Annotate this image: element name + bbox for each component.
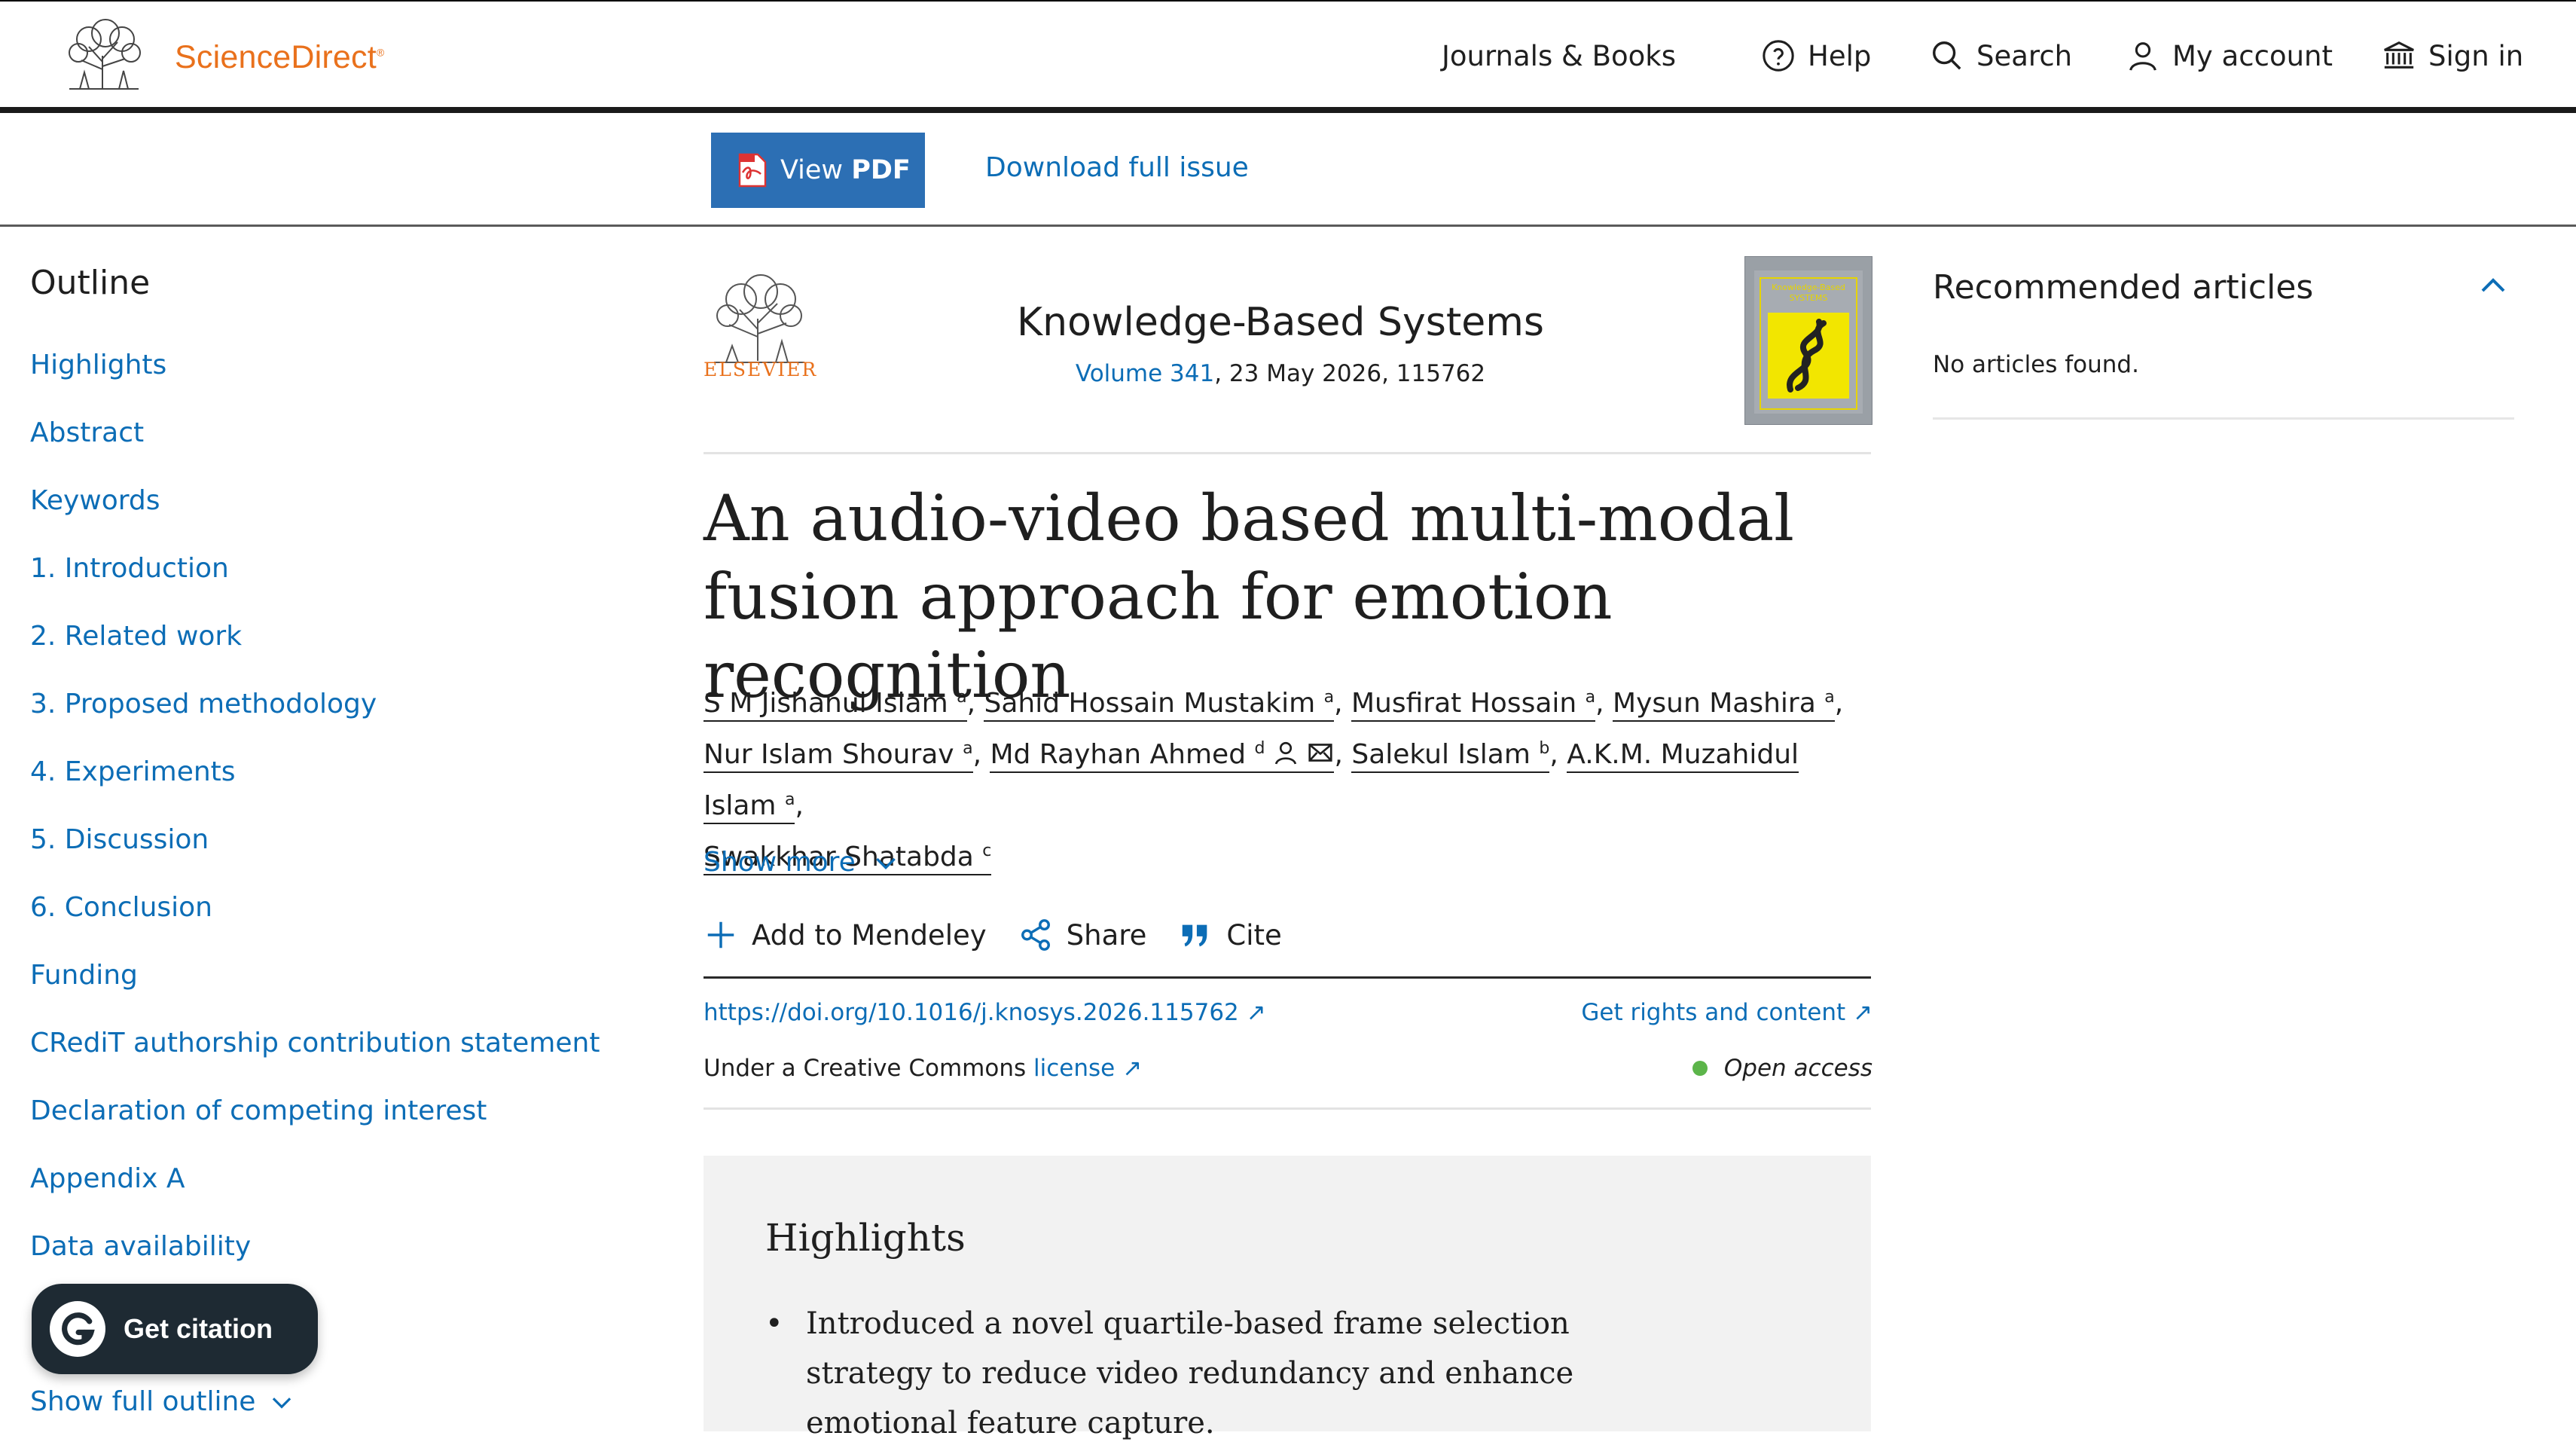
show-more-button[interactable]: Show more xyxy=(704,847,901,878)
cite-button[interactable]: Cite xyxy=(1178,918,1282,952)
help-circle-icon xyxy=(1763,40,1794,72)
nav-sign-in[interactable]: Sign in xyxy=(2382,35,2523,77)
cover-subtitle-text: SYSTEMS xyxy=(1790,293,1828,303)
nav-search[interactable]: Search xyxy=(1930,35,2072,77)
get-citation-button[interactable]: Get citation xyxy=(32,1284,318,1374)
nav-my-account[interactable]: My account xyxy=(2126,35,2333,77)
open-access-badge: Open access xyxy=(1692,1055,1872,1082)
chevron-down-icon xyxy=(875,857,896,869)
author-link[interactable]: Mysun Mashira a xyxy=(1613,688,1835,722)
outline-item-discussion[interactable]: 5. Discussion xyxy=(30,824,600,892)
share-icon xyxy=(1021,919,1050,951)
highlights-list: Introduced a novel quartile-based frame … xyxy=(765,1299,1654,1448)
outline-item-proposed-methodology[interactable]: 3. Proposed methodology xyxy=(30,689,600,756)
outline-item-introduction[interactable]: 1. Introduction xyxy=(30,553,600,621)
open-access-dot-icon xyxy=(1692,1061,1708,1076)
nav-help[interactable]: Help xyxy=(1761,35,1871,77)
journal-title-link[interactable]: Knowledge-Based Systems xyxy=(798,300,1763,345)
grammarly-g-icon xyxy=(50,1301,105,1357)
volume-link[interactable]: Volume 341 xyxy=(1076,360,1214,387)
pdf-file-icon xyxy=(738,153,767,188)
author-link[interactable]: Salekul Islam b xyxy=(1351,739,1550,773)
article-toolbar: View PDF Download full issue xyxy=(0,113,2576,227)
cover-title-text: Knowledge-Based xyxy=(1772,283,1845,292)
journal-divider xyxy=(704,452,1871,454)
author-link[interactable]: S M Jishanul Islam a xyxy=(704,688,967,722)
get-rights-link[interactable]: Get rights and content ↗ xyxy=(1581,999,1872,1026)
no-articles-message: No articles found. xyxy=(1933,351,2139,378)
highlight-item: Introduced a novel quartile-based frame … xyxy=(765,1299,1654,1448)
outline-item-highlights[interactable]: Highlights xyxy=(30,350,600,417)
download-full-issue-link[interactable]: Download full issue xyxy=(985,152,1249,183)
recommended-divider xyxy=(1933,417,2514,420)
sciencedirect-brand[interactable]: ScienceDirect® xyxy=(175,39,384,76)
search-icon xyxy=(1933,41,1961,70)
license-link[interactable]: license ↗ xyxy=(1033,1055,1142,1082)
outline-heading: Outline xyxy=(30,264,151,302)
chevron-up-icon[interactable] xyxy=(2475,268,2511,304)
highlights-heading: Highlights xyxy=(765,1216,966,1260)
quote-icon xyxy=(1183,924,1207,947)
outline-item-funding[interactable]: Funding xyxy=(30,960,600,1028)
external-link-icon: ↗ xyxy=(1853,999,1872,1026)
show-full-outline-link[interactable]: Show full outline xyxy=(30,1386,296,1417)
outline-item-experiments[interactable]: 4. Experiments xyxy=(30,756,600,824)
external-link-icon: ↗ xyxy=(1122,1055,1143,1082)
elsevier-tree-logo[interactable] xyxy=(59,17,149,92)
person-icon xyxy=(1275,741,1297,765)
outline-list: Highlights Abstract Keywords 1. Introduc… xyxy=(30,350,600,1299)
doi-link[interactable]: https://doi.org/10.1016/j.knosys.2026.11… xyxy=(704,999,1266,1026)
share-button[interactable]: Share xyxy=(1018,918,1146,952)
outline-item-conclusion[interactable]: 6. Conclusion xyxy=(30,892,600,960)
top-header: ScienceDirect® Journals & Books Help Sea… xyxy=(0,0,2576,115)
author-link-corresponding[interactable]: Md Rayhan Ahmed d xyxy=(990,739,1335,773)
nav-journals-books[interactable]: Journals & Books xyxy=(1442,35,1676,77)
highlights-section: Highlights Introduced a novel quartile-b… xyxy=(704,1156,1871,1440)
actions-divider xyxy=(704,976,1871,979)
journal-volume-info: Volume 341, 23 May 2026, 115762 xyxy=(1075,360,1486,387)
institution-icon xyxy=(2384,41,2414,69)
view-pdf-button[interactable]: View PDF xyxy=(711,133,925,208)
external-link-icon: ↗ xyxy=(1246,999,1266,1026)
outline-item-appendix-a[interactable]: Appendix A xyxy=(30,1163,600,1231)
email-icon xyxy=(1308,744,1333,762)
add-to-mendeley-button[interactable]: Add to Mendeley xyxy=(704,918,987,952)
outline-item-abstract[interactable]: Abstract xyxy=(30,417,600,485)
author-link[interactable]: Nur Islam Shourav a xyxy=(704,739,973,773)
outline-item-related-work[interactable]: 2. Related work xyxy=(30,621,600,689)
outline-item-competing-interest[interactable]: Declaration of competing interest xyxy=(30,1095,600,1163)
outline-item-keywords[interactable]: Keywords xyxy=(30,485,600,553)
license-statement: Under a Creative Commons license ↗ xyxy=(704,1055,1143,1082)
author-link[interactable]: Musfirat Hossain a xyxy=(1351,688,1596,722)
plus-icon xyxy=(707,921,734,949)
recommended-articles-heading: Recommended articles xyxy=(1933,268,2314,307)
license-divider xyxy=(704,1107,1871,1110)
outline-item-credit-statement[interactable]: CRediT authorship contribution statement xyxy=(30,1028,600,1095)
journal-cover-image[interactable]: Knowledge-Based SYSTEMS xyxy=(1744,256,1872,425)
user-icon xyxy=(2129,42,2156,71)
article-actions: Add to Mendeley Share Cite xyxy=(704,918,1314,952)
author-link[interactable]: Sahid Hossain Mustakim a xyxy=(984,688,1335,722)
chevron-down-icon xyxy=(273,1397,291,1409)
cover-illustration: Knowledge-Based SYSTEMS xyxy=(1754,270,1863,414)
